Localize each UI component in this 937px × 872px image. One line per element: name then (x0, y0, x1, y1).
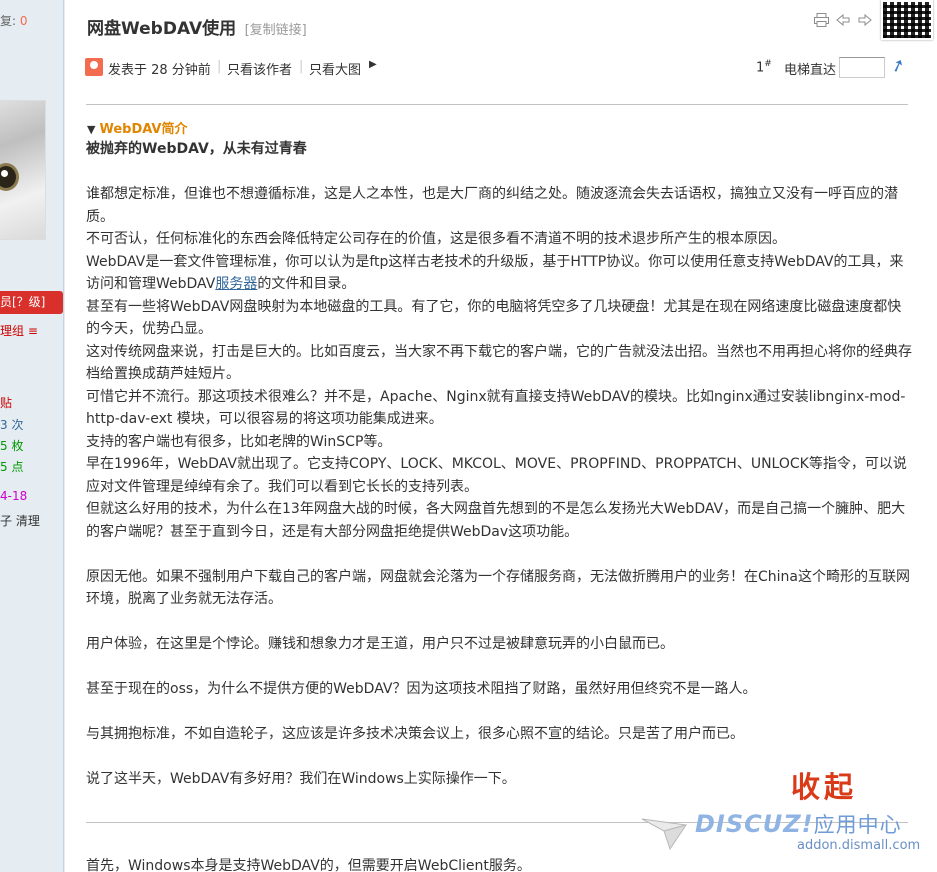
paragraph: 这对传统网盘来说，打击是巨大的。比如百度云，当大家不再下载它的客户端，它的广告就… (86, 343, 912, 383)
stat-coins: 5 枚 (0, 439, 24, 453)
paragraph: 可惜它并不流行。那这项技术很难么？并不是，Apache、Nginx就有直接支持W… (86, 388, 906, 428)
author-sidebar: 复: 0 员[？级] 理组 ≡ 贴 3 次 5 枚 5 点 4-18 子 清理 (0, 0, 64, 872)
stat-times: 3 次 (0, 418, 24, 432)
paragraph: 甚至有一些将WebDAV网盘映射为本地磁盘的工具。有了它，你的电脑将凭空多了几块… (86, 298, 902, 338)
view-big-image-link[interactable]: 只看大图 (309, 59, 361, 78)
post-content: 被抛弃的WebDAV，从未有过青春 谁都想定标准，但谁也不想遵循标准，这是人之本… (86, 138, 912, 791)
server-link[interactable]: 服务器 (215, 276, 257, 292)
divider (86, 104, 908, 105)
user-group-link[interactable]: 理组 ≡ (0, 322, 38, 339)
paragraph: 用户体验，在这里是个悖论。赚钱和想象力才是王道，用户只不过是被肆意玩弄的小白鼠而… (86, 636, 674, 652)
paragraph: 支持的客户端也有很多，比如老牌的WinSCP等。 (86, 433, 392, 450)
paragraph: 不可否认，任何标准化的东西会降低特定公司存在的价值，这是很多看不清道不明的技术退… (86, 231, 786, 247)
paragraph: 但就这么好用的技术，为什么在13年网盘大战的时候，各大网盘首先想到的不是怎么发扬… (86, 501, 906, 540)
paragraph: 早在1996年，WebDAV就出现了。它支持COPY、LOCK、MKCOL、MO… (86, 456, 907, 495)
floor-jump-input[interactable] (839, 57, 885, 78)
go-arrow-icon[interactable]: ➚ (888, 54, 908, 78)
qrcode-image[interactable] (881, 0, 933, 40)
paragraph: 甚至于现在的oss，为什么不提供方便的WebDAV？因为这项技术阻挡了财路，虽然… (86, 681, 757, 697)
user-group-badge: 员[？级] (0, 291, 63, 314)
post-panel: 网盘WebDAV使用 [复制链接] 发表于 28 分钟前 | 只看该作者 | 只… (65, 0, 937, 872)
paragraph: WebDAV是一套文件管理标准，你可以认为是ftp这样古老技术的升级版，基于HT… (86, 253, 904, 293)
discuz-domain: addon.dismall.com (797, 838, 921, 853)
post-meta-row: 发表于 28 分钟前 | 只看该作者 | 只看大图 ▶ 1# 电梯直达 ➚ (85, 54, 915, 78)
paragraph: 首先，Windows本身是支持WebDAV的，但需要开启WebClient服务。 (86, 858, 531, 872)
reply-count-line: 复: 0 (0, 14, 28, 28)
discuz-logo-icon (641, 818, 688, 851)
paragraph: 说了这半天，WebDAV有多好用？我们在Windows上实际操作一下。 (86, 771, 516, 787)
play-arrow-icon[interactable]: ▶ (369, 59, 377, 70)
copy-link-button[interactable]: [复制链接] (245, 23, 307, 38)
divider: | (299, 59, 304, 74)
next-thread-icon[interactable] (857, 12, 873, 28)
collapse-button[interactable]: 收起 (791, 764, 857, 806)
prev-thread-icon[interactable] (835, 12, 851, 28)
only-author-link[interactable]: 只看该作者 (227, 59, 292, 78)
paragraph: 原因无他。如果不强制用户下载自己的客户端，网盘就会沦落为一个存储服务商，无法做折… (86, 568, 910, 608)
floor-jump-label: 电梯直达 (784, 63, 837, 78)
collapse-triangle-icon[interactable]: ▼ (87, 123, 95, 136)
post-subtitle: 被抛弃的WebDAV，从未有过青春 (86, 141, 307, 157)
thread-title: 网盘WebDAV使用 (87, 19, 237, 39)
post-time: 发表于 28 分钟前 (108, 63, 211, 78)
stat-date: 4-18 (0, 489, 28, 503)
print-icon[interactable] (813, 12, 829, 28)
thread-tools (813, 12, 873, 28)
avatar[interactable] (0, 100, 46, 240)
paragraph: 谁都想定标准，但谁也不想遵循标准，这是人之本性，也是大厂商的纠结之处。随波逐流会… (86, 186, 898, 225)
thread-title-row: 网盘WebDAV使用 [复制链接] (87, 14, 307, 39)
stat-points: 5 点 (0, 460, 24, 474)
divider: | (217, 59, 222, 74)
floor-number: 1# (756, 59, 772, 76)
reply-count: 0 (19, 14, 28, 28)
user-icon (85, 58, 103, 76)
discuz-brand: DISCUZ!应用中心 (695, 810, 902, 838)
discuz-watermark: DISCUZ!应用中心 addon.dismall.com (640, 805, 937, 863)
intro-heading[interactable]: ▼ WebDAV简介 (87, 118, 188, 137)
paragraph: 与其拥抱标准，不如自造轮子，这应该是许多技术决策会议上，很多心照不宣的结论。只是… (86, 726, 744, 742)
stat-cleanup[interactable]: 子 清理 (0, 512, 40, 529)
stat-posts[interactable]: 贴 (0, 394, 12, 411)
